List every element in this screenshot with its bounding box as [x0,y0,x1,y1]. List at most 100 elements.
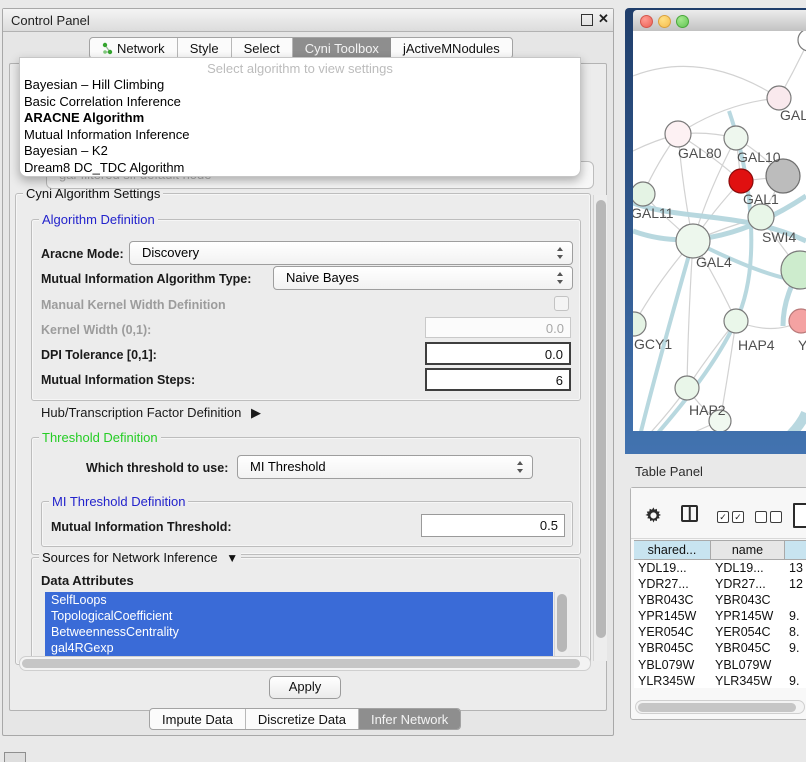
node-label: GAL1 [743,191,779,207]
which-threshold-label: Which threshold to use: [86,461,228,475]
algorithm-option-selected[interactable]: ARACNE Algorithm [20,110,580,127]
table-row[interactable]: YDL19... YDL19... 13 [634,560,806,576]
apply-button[interactable]: Apply [269,676,341,699]
aracne-mode-combo[interactable]: Discovery [129,241,573,265]
column-header-partial[interactable] [785,541,806,559]
kernel-width-label: Kernel Width (0,1): [41,323,151,337]
attribute-item-selected[interactable]: gal4RGexp [45,640,553,656]
column-header-name[interactable]: name [711,541,785,559]
node-label: HAP2 [689,402,726,418]
settings-hscrollbar-thumb[interactable] [22,659,580,668]
table-hscrollbar[interactable] [635,700,805,714]
tab-infer-network[interactable]: Infer Network [359,709,460,729]
tab-discretize-data[interactable]: Discretize Data [246,709,359,729]
close-traffic-light-icon[interactable] [640,15,653,28]
kernel-width-value: 0.0 [546,321,564,336]
table-row[interactable]: YBR045C YBR045C 9. [634,640,806,656]
table-row[interactable]: YPR145W YPR145W 9. [634,608,806,624]
combo-spinner-icon [517,461,524,473]
aracne-mode-label: Aracne Mode: [41,247,124,261]
tab-network[interactable]: Network [90,38,178,58]
network-view-window: GAL GAL80 GAL10 GAL1 GAL11 SWI4 GAL4 GCY… [625,8,806,454]
node-label: GCY1 [634,336,672,352]
table-row[interactable]: YBL079W YBL079W [634,657,806,673]
attribute-item-selected[interactable]: TopologicalCoefficient [45,608,553,624]
node-label: GAL80 [678,145,722,161]
bottom-tabbar: Impute Data Discretize Data Infer Networ… [149,708,461,730]
node-label: HAP4 [738,337,775,353]
select-all-columns-icon[interactable]: ✓✓ [717,511,744,523]
column-header-shared-name[interactable]: shared... [634,541,711,559]
tab-select[interactable]: Select [232,38,293,58]
data-attributes-list[interactable]: SelfLoops TopologicalCoefficient Between… [45,592,553,656]
algorithm-option[interactable]: Basic Correlation Inference [20,94,580,111]
control-panel-titlebar: Control Panel ✕ [3,9,613,32]
table-row[interactable]: YLR345W YLR345W 9. [634,673,806,688]
manual-kernel-label: Manual Kernel Width Definition [41,298,226,312]
threshold-definition-legend: Threshold Definition [39,430,161,445]
settings-hscrollbar[interactable] [19,656,591,671]
new-table-icon[interactable] [793,503,806,528]
node-label: SWI4 [762,229,796,245]
network-canvas[interactable]: GAL GAL80 GAL10 GAL1 GAL11 SWI4 GAL4 GCY… [633,31,806,431]
deselect-all-columns-icon[interactable] [755,511,782,523]
collapsed-arrow-icon: ▶ [251,405,261,420]
node-label: GAL11 [633,205,674,221]
attributes-scrollbar[interactable] [554,592,568,656]
mit-field[interactable]: 0.5 [421,514,565,537]
tab-style[interactable]: Style [178,38,232,58]
mi-steps-label: Mutual Information Steps: [41,373,195,387]
dpi-tolerance-label: DPI Tolerance [0,1]: [41,348,157,362]
tab-network-label: Network [117,41,165,56]
expanded-arrow-icon: ▼ [226,551,238,565]
tab-impute-data[interactable]: Impute Data [150,709,246,729]
table-row[interactable]: YBR043C YBR043C [634,592,806,608]
mi-steps-field[interactable]: 6 [425,368,571,391]
table-panel-title: Table Panel [635,464,703,479]
attribute-item-selected[interactable]: SelfLoops [45,592,553,608]
zoom-traffic-light-icon[interactable] [676,15,689,28]
which-threshold-value: MI Threshold [250,459,326,474]
close-icon[interactable]: ✕ [598,11,609,27]
combo-spinner-icon [557,272,564,284]
tab-jactivemnodules[interactable]: jActiveMNodules [391,38,512,58]
network-icon [102,42,113,55]
attribute-item-selected[interactable]: BetweennessCentrality [45,624,553,640]
minimized-panel-icon[interactable] [4,752,26,762]
which-threshold-combo[interactable]: MI Threshold [237,455,533,479]
table-panel: ✓✓ shared... name YDL19... YDL19... 13 Y… [630,487,806,720]
sources-legend-label: Sources for Network Inference [42,550,218,565]
screen: Control Panel ✕ Network Style Sel [0,0,806,762]
mi-type-combo[interactable]: Naive Bayes [273,266,573,290]
sources-legend[interactable]: Sources for Network Inference ▼ [39,550,241,565]
control-panel-window: Control Panel ✕ Network Style Sel [2,8,614,736]
kernel-width-field[interactable]: 0.0 [425,317,571,338]
mi-type-label: Mutual Information Algorithm Type: [41,272,251,286]
mi-type-value: Naive Bayes [286,270,359,285]
tab-cyni-toolbox[interactable]: Cyni Toolbox [293,38,391,58]
network-window-titlebar[interactable] [633,10,806,32]
algorithm-option[interactable]: Mutual Information Inference [20,127,580,144]
minimize-traffic-light-icon[interactable] [658,15,671,28]
node-label: GAL [780,107,806,123]
settings-scrollbar-thumb[interactable] [596,200,606,638]
gear-icon[interactable] [645,507,662,524]
attributes-scrollbar-thumb[interactable] [557,594,567,652]
hub-definition-toggle[interactable]: Hub/Transcription Factor Definition ▶ [41,405,261,421]
mi-steps-value: 6 [556,373,563,388]
table-row[interactable]: YDR27... YDR27... 12 [634,576,806,592]
algorithm-option[interactable]: Dream8 DC_TDC Algorithm [20,160,580,177]
table-toolbar: ✓✓ [631,488,806,539]
table-row[interactable]: YER054C YER054C 8. [634,624,806,640]
table-hscrollbar-thumb[interactable] [638,703,796,712]
algorithm-option[interactable]: Bayesian – Hill Climbing [20,77,580,94]
algorithm-option[interactable]: Bayesian – K2 [20,143,580,160]
dpi-tolerance-field[interactable]: 0.0 [425,342,571,365]
columns-icon[interactable] [681,505,698,522]
float-window-icon[interactable] [581,14,593,26]
hub-definition-label: Hub/Transcription Factor Definition [41,405,241,420]
node-table[interactable]: shared... name YDL19... YDL19... 13 YDR2… [634,540,806,688]
algorithm-dropdown-popup: Select algorithm to view settings Bayesi… [19,57,581,177]
manual-kernel-checkbox[interactable] [554,296,569,311]
settings-scrollbar[interactable] [593,195,607,661]
